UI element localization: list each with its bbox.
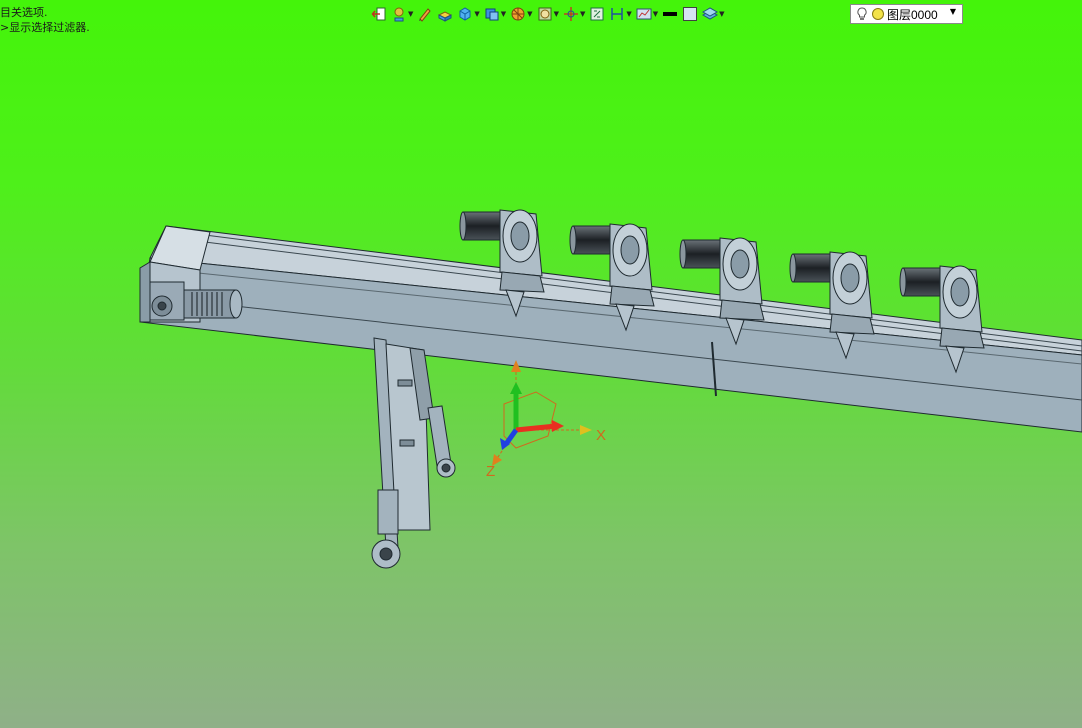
graphics-viewport[interactable]: X Z xyxy=(0,0,1082,728)
x-axis-label: X xyxy=(596,427,606,444)
z-axis-label: Z xyxy=(486,463,495,480)
leg-stand xyxy=(371,337,456,569)
coordinate-triad: X Z xyxy=(486,360,606,480)
